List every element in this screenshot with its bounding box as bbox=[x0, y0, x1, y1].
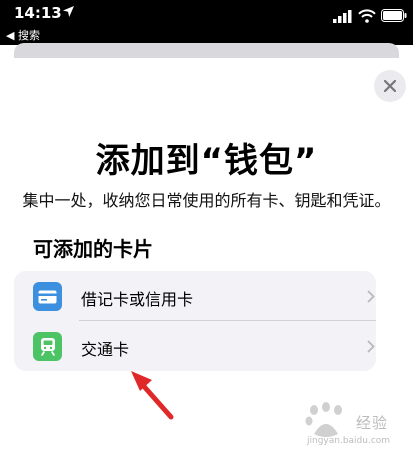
card-type-list: 借记卡或信用卡 交通卡 bbox=[14, 271, 376, 371]
cellular-signal-icon bbox=[333, 10, 352, 23]
train-icon-tile bbox=[33, 332, 62, 361]
back-to-search-link[interactable]: ◀ 搜索 bbox=[6, 27, 40, 43]
list-item-transit-card[interactable]: 交通卡 bbox=[14, 321, 376, 371]
list-item-credit-card[interactable]: 借记卡或信用卡 bbox=[14, 271, 376, 321]
watermark-url: jingyan.baidu.com bbox=[307, 436, 391, 446]
page-subtitle: 集中一处，收纳您日常使用的所有卡、钥匙和凭证。 bbox=[22, 191, 391, 210]
train-icon bbox=[40, 338, 55, 356]
credit-card-icon bbox=[38, 290, 57, 303]
page-title: 添加到“钱包” bbox=[95, 141, 318, 181]
watermark-text: 经验 bbox=[356, 414, 389, 432]
wifi-icon bbox=[358, 9, 376, 23]
battery-icon bbox=[381, 9, 407, 22]
close-icon bbox=[384, 80, 396, 92]
list-item-label: 借记卡或信用卡 bbox=[81, 290, 194, 309]
location-arrow-icon bbox=[63, 6, 74, 17]
list-item-label: 交通卡 bbox=[81, 340, 130, 359]
status-time: 14:13 bbox=[14, 4, 62, 22]
section-title: 可添加的卡片 bbox=[33, 237, 153, 261]
chevron-right-icon bbox=[367, 340, 375, 353]
close-button[interactable] bbox=[374, 70, 406, 102]
chevron-right-icon bbox=[367, 290, 375, 303]
status-bar: 14:13 ◀ 搜索 bbox=[0, 0, 413, 45]
credit-card-icon-tile bbox=[33, 282, 62, 311]
